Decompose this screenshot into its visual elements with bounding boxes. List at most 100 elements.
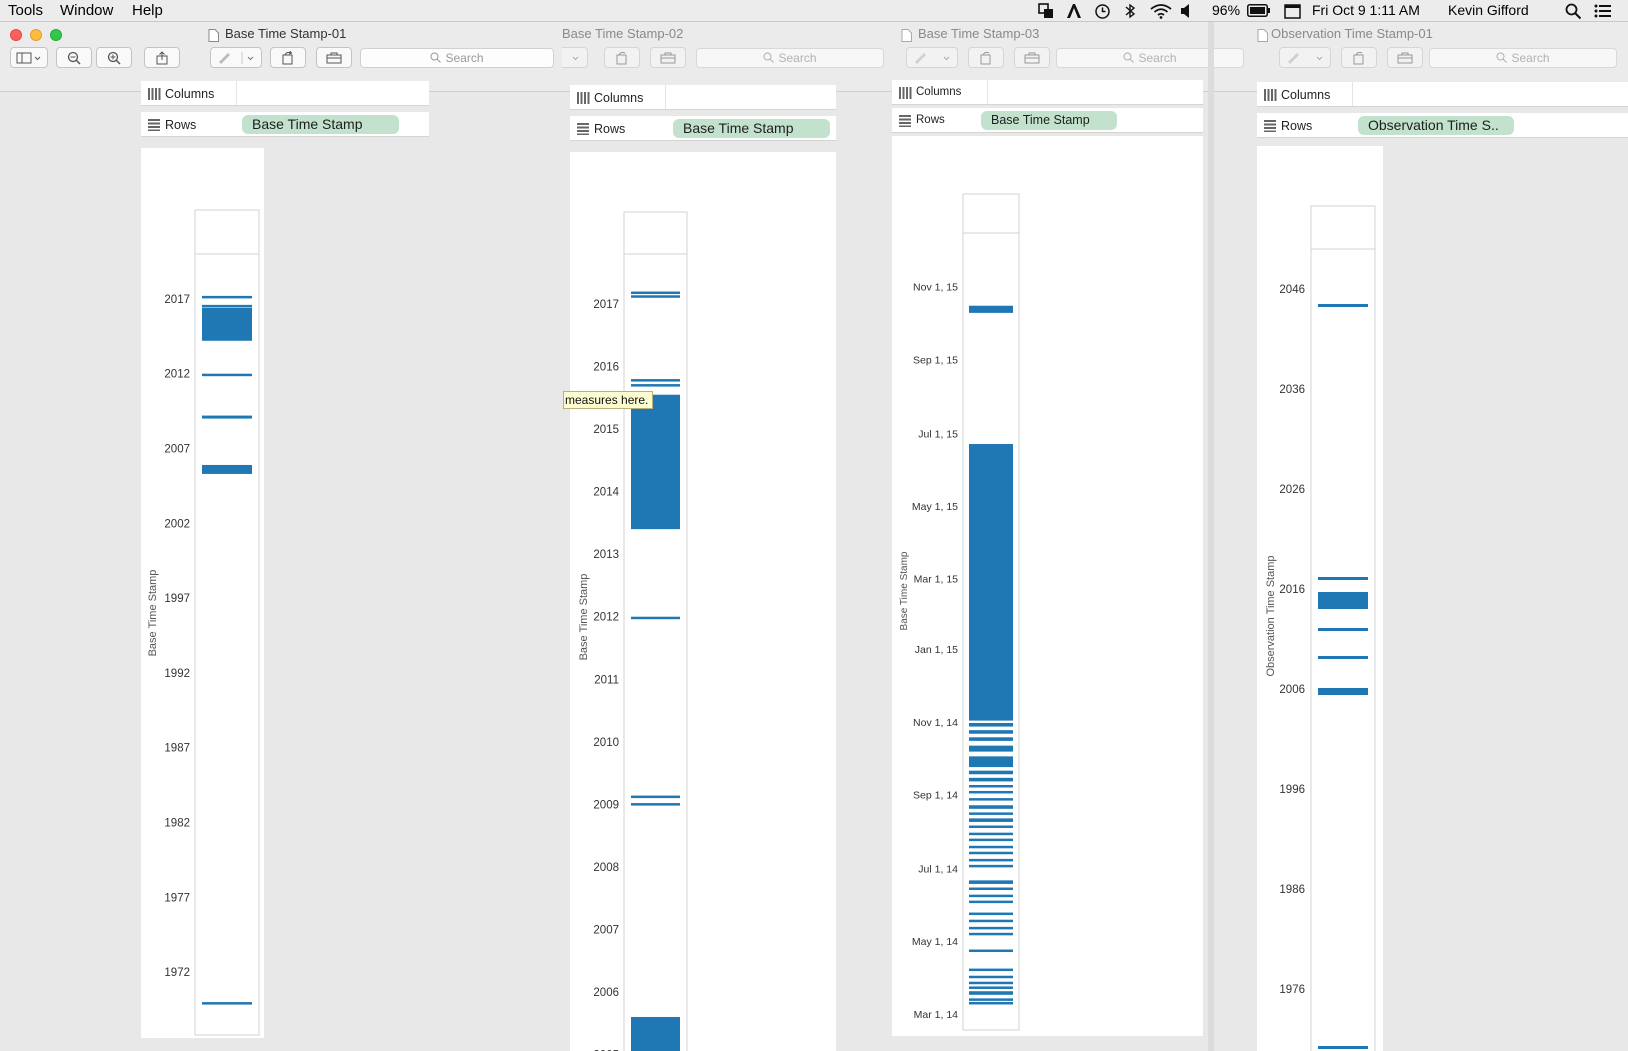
gantt-mark[interactable] bbox=[969, 832, 1013, 836]
gantt-mark[interactable] bbox=[969, 798, 1013, 801]
gantt-mark[interactable] bbox=[969, 949, 1013, 953]
gantt-mark[interactable] bbox=[631, 394, 680, 530]
gantt-mark[interactable] bbox=[969, 1001, 1013, 1005]
gantt-mark[interactable] bbox=[969, 777, 1013, 782]
chart-observation-time-stamp-01[interactable]: 1976 1986 1996 2006 2016 2026 2036 2046 Observat… bbox=[1257, 146, 1383, 1051]
columns-shelf[interactable]: Columns bbox=[141, 81, 429, 106]
gantt-mark[interactable] bbox=[969, 790, 1013, 794]
gantt-mark[interactable] bbox=[1318, 592, 1368, 609]
gantt-mark[interactable] bbox=[202, 295, 252, 299]
gantt-mark[interactable] bbox=[969, 919, 1013, 923]
gantt-mark[interactable] bbox=[969, 912, 1013, 916]
gantt-mark[interactable] bbox=[969, 818, 1013, 822]
columns-drop-area[interactable] bbox=[236, 81, 429, 105]
gantt-mark[interactable] bbox=[1318, 656, 1368, 659]
bluetooth-icon[interactable] bbox=[1123, 3, 1137, 19]
wifi-icon[interactable] bbox=[1150, 3, 1172, 19]
toolbox-button[interactable] bbox=[1014, 47, 1050, 68]
gantt-mark[interactable] bbox=[202, 464, 252, 474]
gantt-mark[interactable] bbox=[969, 968, 1013, 972]
rows-pill-base-time-stamp[interactable]: Base Time Stamp bbox=[981, 111, 1117, 130]
gantt-mark[interactable] bbox=[969, 845, 1013, 849]
gantt-mark[interactable] bbox=[969, 805, 1013, 809]
gantt-mark[interactable] bbox=[969, 825, 1013, 829]
gantt-mark[interactable] bbox=[969, 756, 1013, 768]
gantt-mark[interactable] bbox=[1318, 577, 1368, 580]
menubar-clock[interactable]: Fri Oct 9 1:11 AM bbox=[1312, 2, 1420, 18]
vertical-scrollbar[interactable] bbox=[1208, 22, 1214, 1051]
search-input[interactable]: Search bbox=[360, 48, 554, 68]
gantt-mark[interactable] bbox=[969, 730, 1013, 734]
rotate-button[interactable] bbox=[604, 47, 640, 68]
menubar-user[interactable]: Kevin Gifford bbox=[1448, 2, 1529, 18]
columns-drop-area[interactable] bbox=[987, 80, 1203, 104]
gantt-mark[interactable] bbox=[969, 894, 1013, 898]
toolbox-button[interactable] bbox=[1387, 47, 1423, 68]
rotate-button[interactable] bbox=[270, 47, 306, 68]
gantt-mark[interactable] bbox=[969, 991, 1013, 995]
gantt-mark[interactable] bbox=[202, 307, 252, 341]
rotate-button[interactable] bbox=[968, 47, 1004, 68]
gantt-mark[interactable] bbox=[969, 812, 1013, 815]
columns-drop-area[interactable] bbox=[1352, 82, 1628, 106]
gantt-mark[interactable] bbox=[631, 1016, 680, 1051]
gantt-mark[interactable] bbox=[969, 737, 1013, 741]
gantt-mark[interactable] bbox=[969, 784, 1013, 788]
gantt-mark[interactable] bbox=[969, 838, 1013, 842]
rotate-button[interactable] bbox=[1341, 47, 1377, 68]
adobe-icon[interactable] bbox=[1066, 3, 1082, 19]
gantt-mark[interactable] bbox=[1318, 1046, 1368, 1049]
gantt-mark[interactable] bbox=[969, 722, 1013, 727]
gantt-mark[interactable] bbox=[202, 415, 252, 419]
gantt-mark[interactable] bbox=[1318, 688, 1368, 695]
chart-base-time-stamp-01[interactable]: 1972 1977 1982 1987 1992 1997 2002 2007 2012 2017… bbox=[141, 148, 264, 1038]
gantt-mark[interactable] bbox=[969, 745, 1013, 752]
menu-tools[interactable]: Tools bbox=[8, 2, 43, 19]
gantt-mark[interactable] bbox=[631, 384, 680, 387]
gantt-mark[interactable] bbox=[631, 616, 680, 620]
gantt-mark[interactable] bbox=[969, 864, 1013, 868]
gantt-mark[interactable] bbox=[969, 986, 1013, 989]
rows-pill-base-time-stamp[interactable]: Base Time Stamp bbox=[242, 115, 399, 134]
screen-mirroring-icon[interactable] bbox=[1038, 3, 1054, 19]
gantt-mark[interactable] bbox=[631, 803, 680, 806]
gantt-mark[interactable] bbox=[202, 1002, 252, 1005]
gantt-mark[interactable] bbox=[969, 926, 1013, 930]
gantt-mark[interactable] bbox=[969, 851, 1013, 855]
gantt-mark[interactable] bbox=[631, 291, 680, 295]
zoom-in-button[interactable] bbox=[96, 47, 132, 68]
gantt-mark[interactable] bbox=[969, 981, 1013, 985]
gantt-mark[interactable] bbox=[969, 880, 1013, 884]
share-button[interactable] bbox=[144, 47, 180, 68]
gantt-mark[interactable] bbox=[202, 304, 252, 308]
annotate-button[interactable] bbox=[1279, 47, 1331, 68]
annotate-button[interactable] bbox=[210, 47, 262, 68]
gantt-mark[interactable] bbox=[1318, 304, 1368, 307]
gantt-mark[interactable] bbox=[631, 795, 680, 799]
gantt-mark[interactable] bbox=[969, 932, 1013, 936]
gantt-mark[interactable] bbox=[969, 858, 1013, 862]
gantt-mark[interactable] bbox=[969, 998, 1013, 1001]
gantt-mark[interactable] bbox=[969, 770, 1013, 775]
gantt-mark[interactable] bbox=[631, 295, 680, 298]
chart-base-time-stamp-03[interactable]: Mar 1, 14 May 1, 14 Jul 1, 14 Sep 1, 14 Nov … bbox=[892, 136, 1203, 1036]
time-machine-icon[interactable] bbox=[1094, 3, 1111, 20]
rows-shelf[interactable]: Rows Base Time Stamp bbox=[892, 108, 1203, 133]
columns-shelf[interactable]: Columns bbox=[892, 80, 1203, 105]
columns-shelf[interactable]: Columns bbox=[1257, 82, 1628, 107]
spotlight-search-icon[interactable] bbox=[1565, 3, 1582, 20]
rows-pill-observation-time-stamp[interactable]: Observation Time S.. bbox=[1358, 116, 1514, 135]
chart-base-time-stamp-02[interactable]: 2005200620072008200920102011201220132014… bbox=[570, 152, 836, 1051]
columns-drop-area[interactable] bbox=[665, 85, 836, 109]
show-sidebar-button[interactable] bbox=[10, 47, 48, 68]
menu-help[interactable]: Help bbox=[132, 2, 163, 19]
gantt-mark[interactable] bbox=[1318, 628, 1368, 631]
rows-shelf[interactable]: Rows Base Time Stamp bbox=[141, 112, 429, 137]
search-input[interactable]: Search bbox=[1056, 48, 1244, 68]
volume-icon[interactable] bbox=[1180, 3, 1194, 19]
search-input[interactable]: Search bbox=[696, 48, 884, 68]
calendar-icon[interactable] bbox=[1284, 3, 1301, 19]
rows-shelf[interactable]: Rows Base Time Stamp bbox=[570, 116, 836, 141]
notification-center-icon[interactable] bbox=[1594, 3, 1612, 19]
annotate-button[interactable] bbox=[562, 47, 588, 68]
